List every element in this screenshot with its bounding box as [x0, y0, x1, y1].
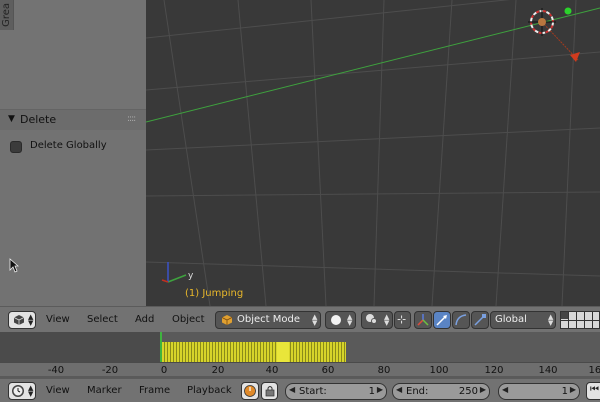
increment-arrow-icon[interactable]: ▶: [570, 385, 576, 394]
active-object-label: (1) Jumping: [185, 288, 244, 299]
axis-orientation-icon: y: [161, 262, 194, 283]
tool-shelf-tab[interactable]: Grea: [0, 0, 14, 30]
jump-to-start-button[interactable]: ⏮: [586, 382, 600, 400]
transform-orientation-selector[interactable]: Global ▲ ▼: [490, 311, 556, 329]
current-frame-value: 1: [561, 386, 568, 397]
delete-globally-checkbox[interactable]: [10, 141, 22, 153]
solid-shading-icon: [331, 315, 341, 325]
tool-shelf: Grea ▼ Delete :::: Delete Globally: [0, 0, 146, 306]
ruler-tick: 40: [265, 365, 279, 376]
delete-globally-label: Delete Globally: [30, 140, 107, 151]
editor-type-button[interactable]: ▲ ▼: [8, 311, 36, 329]
end-frame-value: 250: [458, 386, 478, 397]
active-layer[interactable]: [561, 312, 568, 319]
dropdown-arrows-icon: ▲ ▼: [312, 313, 318, 327]
orientation-label: Global: [495, 314, 527, 325]
manipulator-toggle[interactable]: [414, 311, 432, 329]
ruler-tick: -40: [47, 365, 65, 376]
ruler-tick: -20: [101, 365, 119, 376]
dropdown-arrows-icon: ▲ ▼: [28, 384, 34, 398]
ruler-tick: 20: [211, 365, 225, 376]
timeline-menu-marker[interactable]: Marker: [87, 385, 122, 396]
timeline-out-of-range-area: [0, 332, 162, 362]
3d-view-header: ▲ ▼ View Select Add Object Object Mode ▲ ▼…: [0, 306, 600, 332]
ruler-tick: 100: [429, 365, 449, 376]
cube-icon: [13, 315, 25, 325]
tool-shelf-tab-label: Grea: [1, 3, 12, 27]
decrement-arrow-icon[interactable]: ◀: [289, 385, 295, 394]
decrement-arrow-icon[interactable]: ◀: [396, 385, 402, 394]
translate-arrow-icon: [436, 315, 447, 326]
proportional-edit-button[interactable]: ⊹: [394, 311, 411, 329]
viewport-grid: y: [146, 0, 600, 306]
timeline-menu-playback[interactable]: Playback: [187, 385, 232, 396]
ruler-tick: 80: [377, 365, 391, 376]
viewport-shading-button[interactable]: ▲ ▼: [325, 311, 356, 329]
lock-icon: [265, 386, 275, 397]
use-preview-range-button[interactable]: [241, 382, 259, 400]
operator-panel-title: Delete: [20, 113, 57, 126]
y-gizmo-handle: [564, 7, 572, 15]
ruler-tick: 0: [160, 365, 168, 376]
pivot-point-button[interactable]: ▲ ▼: [361, 311, 393, 329]
increment-arrow-icon[interactable]: ▶: [480, 385, 486, 394]
dropdown-arrows-icon: ▲ ▼: [28, 313, 34, 327]
current-frame-field[interactable]: ◀ 1 ▶: [498, 383, 580, 400]
timeline-keyframe-area[interactable]: [0, 332, 600, 362]
timeline-menu-frame[interactable]: Frame: [139, 385, 170, 396]
keyframe-lines: [162, 342, 346, 362]
object-mode-icon: [221, 315, 233, 325]
ruler-tick: 140: [538, 365, 558, 376]
dropdown-arrows-icon: ▲ ▼: [347, 313, 353, 327]
ruler-tick: 120: [484, 365, 504, 376]
start-frame-field[interactable]: ◀ Start: 1 ▶: [285, 383, 387, 400]
manipulator-icon: ⊹: [397, 313, 407, 326]
timeline-ruler[interactable]: -40 -20 0 20 40 60 80 100 120 140 160: [0, 362, 600, 376]
mode-label: Object Mode: [237, 314, 300, 325]
timeline-menu-view[interactable]: View: [46, 385, 70, 396]
timeline-editor-type-button[interactable]: ▲ ▼: [8, 382, 36, 400]
skip-back-icon: ⏮: [590, 384, 599, 395]
end-frame-field[interactable]: ◀ End: 250 ▶: [392, 383, 490, 400]
lock-frame-range-button[interactable]: [261, 382, 278, 400]
rotate-arc-icon: [455, 314, 467, 326]
axis-manipulator-icon: [417, 314, 429, 326]
dropdown-arrows-icon: ▲ ▼: [384, 313, 390, 327]
menu-add[interactable]: Add: [135, 314, 154, 325]
layer-buttons[interactable]: [560, 311, 600, 329]
clock-icon: [12, 385, 24, 397]
collapse-triangle-icon[interactable]: ▼: [8, 114, 15, 124]
operator-panel-header[interactable]: ▼ Delete ::::: [0, 110, 146, 130]
scale-icon: [474, 314, 486, 326]
timeline-header: ▲ ▼ View Marker Frame Playback ◀ Start: 1…: [0, 378, 600, 402]
increment-arrow-icon[interactable]: ▶: [377, 385, 383, 394]
blender-window: Grea ▼ Delete :::: Delete Globally y (1)…: [0, 0, 600, 402]
end-frame-label: End:: [406, 386, 429, 397]
svg-text:y: y: [188, 271, 194, 281]
3d-viewport[interactable]: y (1) Jumping: [146, 0, 600, 306]
timeline-editor[interactable]: -40 -20 0 20 40 60 80 100 120 140 160: [0, 332, 600, 378]
panel-grip-icon[interactable]: ::::: [127, 114, 136, 124]
tool-shelf-tools-area: [0, 0, 146, 109]
translate-manipulator-button[interactable]: [433, 311, 451, 329]
scale-manipulator-button[interactable]: [471, 311, 489, 329]
menu-select[interactable]: Select: [87, 314, 118, 325]
decrement-arrow-icon[interactable]: ◀: [502, 385, 508, 394]
mode-selector[interactable]: Object Mode ▲ ▼: [215, 311, 321, 329]
preview-range-icon: [244, 385, 256, 397]
menu-view[interactable]: View: [46, 314, 70, 325]
rotate-manipulator-button[interactable]: [452, 311, 470, 329]
menu-object[interactable]: Object: [172, 314, 205, 325]
mouse-cursor-icon: [9, 258, 19, 273]
keyframe-block: [277, 342, 289, 362]
dropdown-arrows-icon: ▲ ▼: [548, 313, 554, 327]
start-frame-value: 1: [368, 386, 375, 397]
start-frame-label: Start:: [299, 386, 327, 397]
ruler-tick: 60: [321, 365, 335, 376]
ruler-tick: 160: [588, 365, 600, 376]
